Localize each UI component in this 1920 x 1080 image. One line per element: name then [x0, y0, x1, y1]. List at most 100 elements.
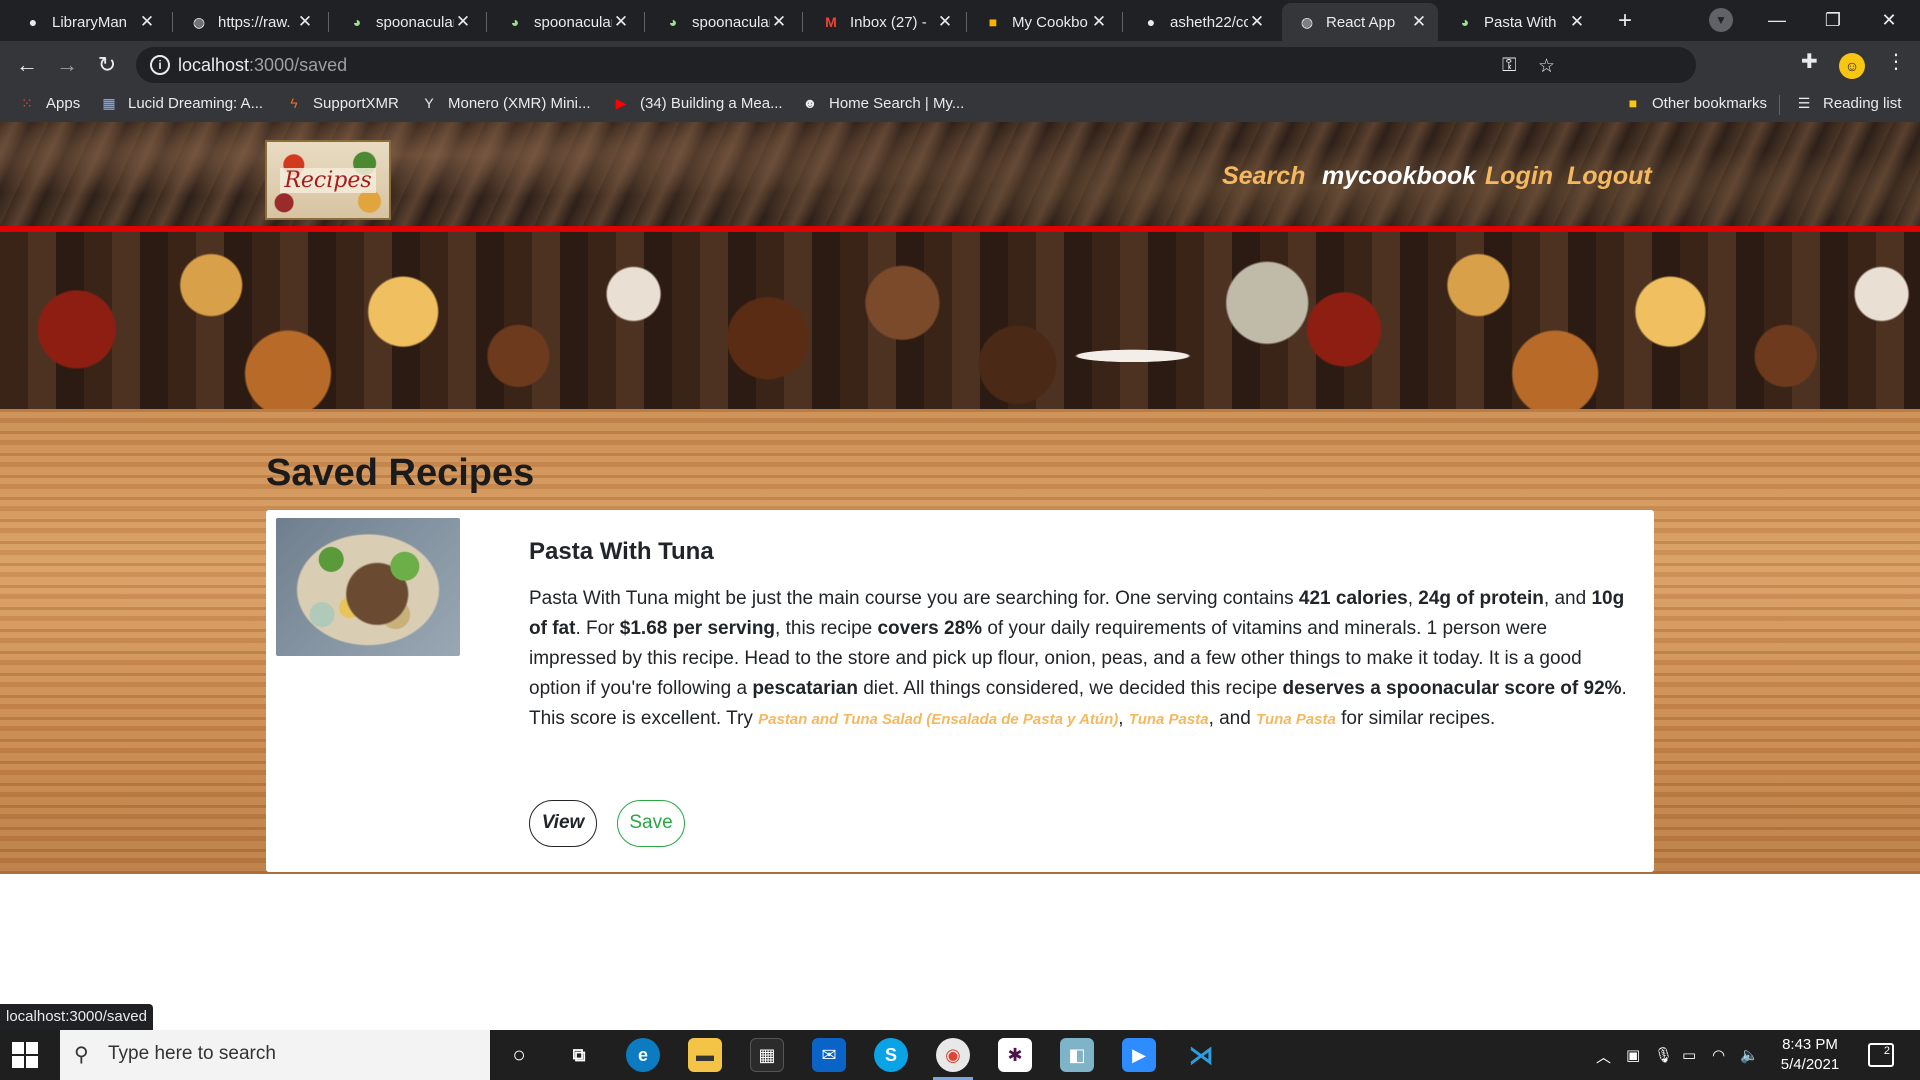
globe-icon: ◍	[1300, 13, 1314, 30]
windows-start-icon[interactable]	[12, 1042, 38, 1068]
grid-icon: ▦	[102, 94, 116, 111]
bookmark-monero[interactable]: Y Monero (XMR) Mini...	[420, 94, 590, 112]
nav-logout-link[interactable]: Logout	[1567, 162, 1652, 191]
recipe-thumbnail[interactable]	[276, 518, 460, 656]
site-viewport: Recipes Search mycookbook Login Logout S…	[0, 122, 1920, 1030]
minimize-button[interactable]: —	[1754, 6, 1800, 34]
nav-mycookbook-link[interactable]: mycookbook	[1322, 162, 1476, 191]
notepad-icon[interactable]: ◧	[1060, 1038, 1094, 1072]
close-icon[interactable]: ✕	[296, 12, 314, 32]
tab-github-repo[interactable]: ● asheth22/cc ✕	[1126, 3, 1276, 41]
meet-now-icon[interactable]: ▣	[1626, 1046, 1640, 1064]
similar-recipe-link[interactable]: Tuna Pasta	[1129, 711, 1209, 728]
reload-button[interactable]: ↻	[91, 49, 123, 81]
microsoft-store-icon[interactable]: ▦	[750, 1038, 784, 1072]
tab-spoonacular-3[interactable]: ◕ spoonacular ✕	[648, 3, 798, 41]
slack-icon[interactable]: ✱	[998, 1038, 1032, 1072]
close-icon[interactable]: ✕	[454, 12, 472, 32]
slides-icon: ■	[988, 14, 998, 30]
extensions-icon[interactable]: ✚	[1801, 49, 1818, 74]
bookmark-youtube[interactable]: ▶ (34) Building a Mea...	[612, 94, 783, 112]
close-icon[interactable]: ✕	[138, 12, 156, 32]
menu-kebab-icon[interactable]: ⋮	[1886, 49, 1906, 74]
url-host: localhost	[178, 55, 250, 75]
close-icon[interactable]: ✕	[1248, 12, 1266, 32]
file-explorer-icon[interactable]: ▬	[688, 1038, 722, 1072]
close-icon[interactable]: ✕	[1090, 12, 1108, 32]
close-window-button[interactable]: ✕	[1866, 6, 1912, 34]
view-button[interactable]: View	[529, 800, 597, 847]
taskbar-clock[interactable]: 8:43 PM 5/4/2021	[1770, 1035, 1850, 1075]
similar-recipe-link[interactable]: Pastan and Tuna Salad (Ensalada de Pasta…	[758, 711, 1118, 728]
restore-button[interactable]: ❐	[1810, 6, 1856, 34]
tab-react-app[interactable]: ◍ React App ✕	[1282, 3, 1438, 41]
close-icon[interactable]: ✕	[1410, 12, 1428, 32]
nav-search-link[interactable]: Search	[1222, 162, 1305, 191]
tab-my-cookbook[interactable]: ■ My Cookbo ✕	[968, 3, 1118, 41]
summary-text: for similar recipes.	[1335, 708, 1496, 729]
tab-raw-github[interactable]: ◍ https://raw. ✕	[174, 3, 324, 41]
folder-icon: ■	[1628, 95, 1638, 111]
tab-gmail-inbox[interactable]: M Inbox (27) - ✕	[806, 3, 964, 41]
bookmark-home-search[interactable]: ☻ Home Search | My...	[801, 94, 965, 112]
summary-text: , and	[1208, 708, 1257, 729]
notification-center-icon[interactable]: 2	[1868, 1043, 1894, 1067]
star-icon[interactable]: ☆	[1538, 55, 1555, 78]
tab-spoonacular-2[interactable]: ◕ spoonacular ✕	[490, 3, 640, 41]
microphone-icon[interactable]: 🎙	[1654, 1046, 1673, 1064]
profile-avatar[interactable]: ☺	[1839, 53, 1865, 79]
tab-title: React App	[1326, 13, 1396, 31]
tab-title: spoonacular	[534, 13, 612, 31]
new-tab-button[interactable]: +	[1611, 7, 1639, 35]
cortana-icon[interactable]: ○	[502, 1038, 536, 1072]
close-icon[interactable]: ✕	[612, 12, 630, 32]
address-bar[interactable]: i localhost:3000/saved ⚿ ☆	[136, 47, 1696, 83]
tab-librarymanager[interactable]: ● LibraryMan ✕	[8, 3, 166, 41]
vscode-icon[interactable]: ⋊	[1184, 1038, 1218, 1072]
bookmarks-bar: ⁙ Apps ▦ Lucid Dreaming: A... ϟ SupportX…	[0, 88, 1920, 122]
summary-calories: 421 calories	[1298, 588, 1408, 609]
status-bar-url: localhost:3000/saved	[0, 1004, 153, 1030]
forward-button[interactable]: →	[51, 49, 83, 81]
taskbar-search-box[interactable]: ⚲ Type here to search	[60, 1030, 490, 1080]
key-icon[interactable]: ⚿	[1502, 55, 1516, 77]
page-title: Saved Recipes	[266, 452, 535, 494]
site-info-icon[interactable]: i	[150, 55, 170, 75]
reading-list-icon: ☰	[1797, 94, 1811, 111]
bookmark-lucid-dreaming[interactable]: ▦ Lucid Dreaming: A...	[100, 94, 263, 112]
bookmark-apps[interactable]: ⁙ Apps	[18, 94, 80, 112]
reading-list[interactable]: ☰ Reading list	[1795, 94, 1902, 112]
tab-pasta-with-tuna[interactable]: ◕ Pasta With ✕	[1440, 3, 1596, 41]
task-view-icon[interactable]: ⧉	[562, 1038, 596, 1072]
bookmark-other[interactable]: ■ Other bookmarks	[1624, 94, 1767, 112]
smiley-icon: ☻	[802, 95, 818, 111]
close-icon[interactable]: ✕	[1568, 12, 1586, 32]
bookmark-label: SupportXMR	[313, 94, 399, 112]
mail-icon[interactable]: ✉	[812, 1038, 846, 1072]
search-icon: ⚲	[74, 1044, 89, 1066]
back-button[interactable]: ←	[11, 49, 43, 81]
save-button[interactable]: Save	[617, 800, 685, 847]
tab-title: spoonacular	[376, 13, 454, 31]
tab-spoonacular-1[interactable]: ◕ spoonacular ✕	[332, 3, 482, 41]
tab-search-button[interactable]: ▼	[1709, 8, 1733, 32]
site-logo[interactable]: Recipes	[265, 140, 391, 220]
chrome-icon[interactable]: ◉	[936, 1038, 970, 1072]
reading-list-label: Reading list	[1823, 94, 1902, 112]
taskbar-search-placeholder: Type here to search	[108, 1043, 276, 1064]
skype-icon[interactable]: S	[874, 1038, 908, 1072]
bookmark-supportxmr[interactable]: ϟ SupportXMR	[285, 94, 399, 112]
edge-icon[interactable]: e	[626, 1038, 660, 1072]
tab-title: Pasta With	[1484, 13, 1557, 31]
chevron-up-icon[interactable]: ︿	[1596, 1046, 1611, 1067]
wifi-icon[interactable]: ◠	[1712, 1046, 1725, 1064]
tab-divider	[486, 12, 487, 32]
volume-icon[interactable]: 🔈	[1740, 1046, 1759, 1064]
similar-recipe-link[interactable]: Tuna Pasta	[1256, 711, 1336, 728]
battery-icon[interactable]: ▭	[1682, 1046, 1696, 1064]
zoom-icon[interactable]: ▶	[1122, 1038, 1156, 1072]
close-icon[interactable]: ✕	[770, 12, 788, 32]
nav-login-link[interactable]: Login	[1485, 162, 1553, 191]
close-icon[interactable]: ✕	[936, 12, 954, 32]
tab-title: asheth22/cc	[1170, 13, 1248, 31]
